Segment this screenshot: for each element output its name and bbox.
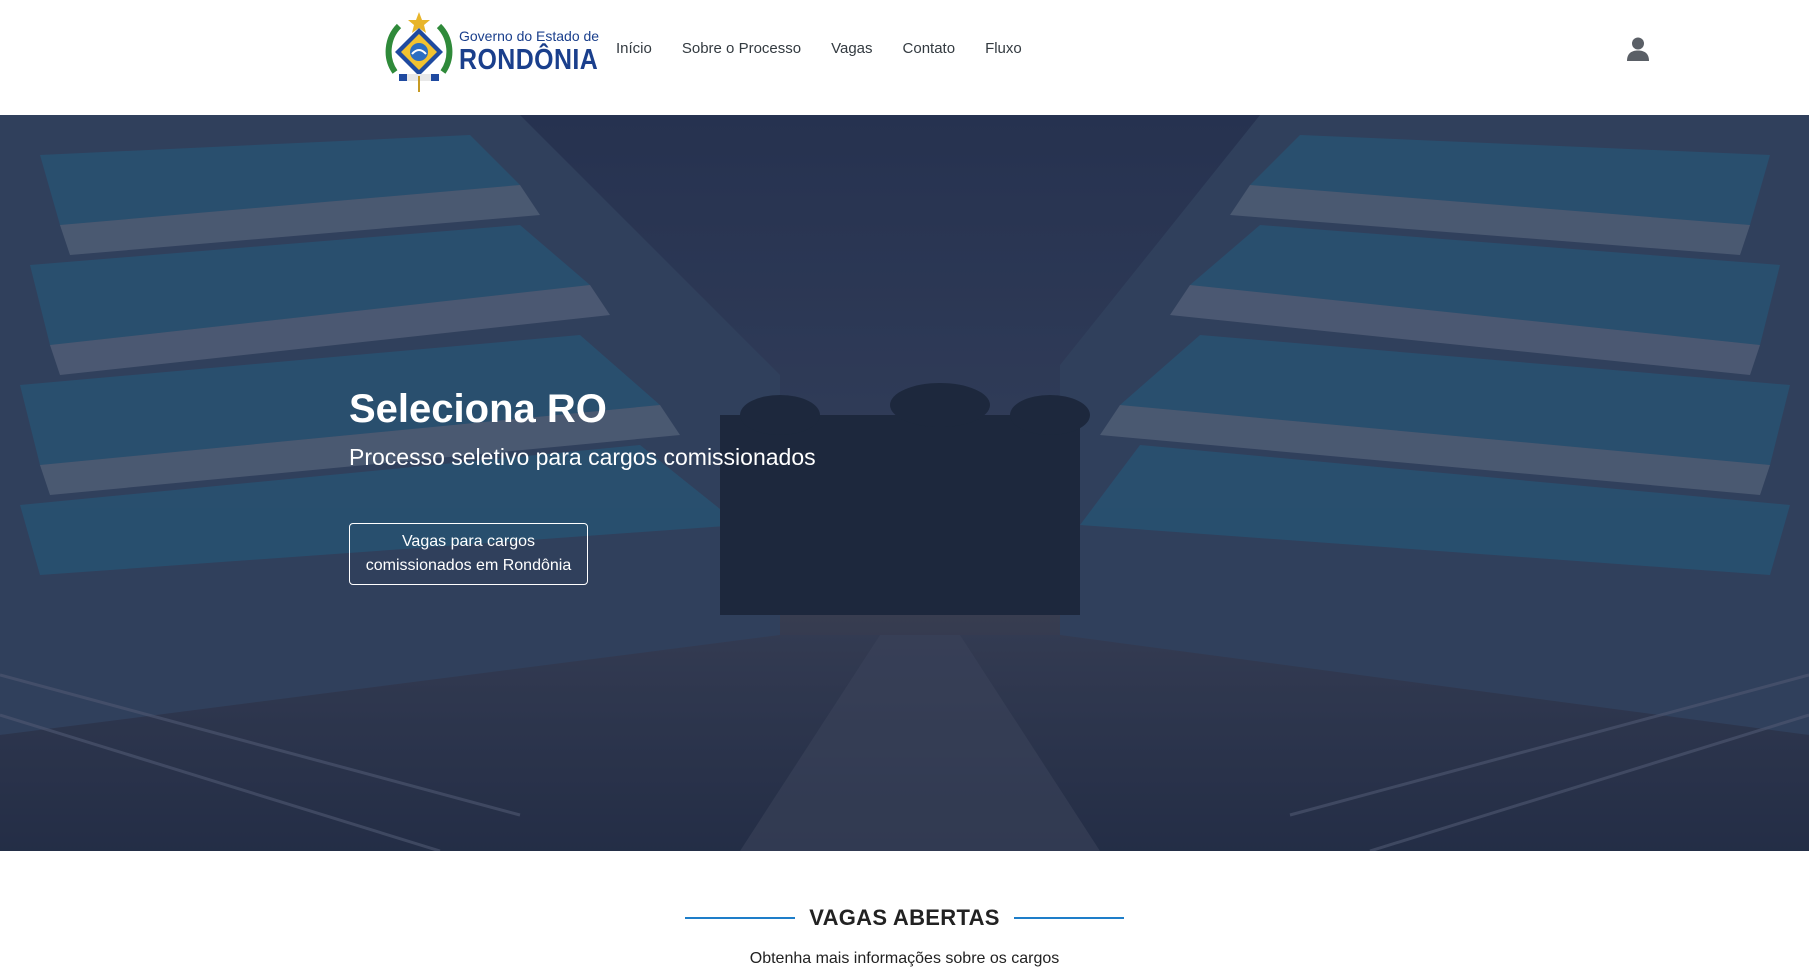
nav-item-fluxo[interactable]: Fluxo (985, 38, 1022, 60)
nav-item-vagas[interactable]: Vagas (831, 38, 872, 60)
logo-big-text: RONDÔNIA (459, 44, 599, 76)
hero-subtitle: Processo seletivo para cargos comissiona… (349, 444, 816, 470)
nav-item-inicio[interactable]: Início (616, 38, 652, 60)
government-logo[interactable]: Governo do Estado de RONDÔNIA (385, 10, 599, 94)
site-header: Governo do Estado de RONDÔNIA Início Sob… (0, 0, 1809, 115)
hero-background-image (0, 115, 1809, 851)
rondonia-coat-of-arms-icon (385, 12, 453, 92)
hero-title: Seleciona RO (349, 387, 607, 431)
main-nav: Início Sobre o Processo Vagas Contato Fl… (616, 38, 1052, 60)
nav-item-sobre-o-processo[interactable]: Sobre o Processo (682, 38, 801, 60)
section-heading: VAGAS ABERTAS (0, 900, 1809, 936)
logo-text: Governo do Estado de RONDÔNIA (459, 28, 621, 76)
section-subtitle: Obtenha mais informações sobre os cargos (749, 950, 1060, 967)
logo-small-text: Governo do Estado de (459, 28, 600, 44)
section-title: VAGAS ABERTAS (809, 905, 1000, 930)
heading-divider-right (1013, 917, 1124, 919)
user-icon[interactable] (1627, 37, 1649, 61)
nav-item-contato[interactable]: Contato (903, 38, 956, 60)
vagas-cargos-button[interactable]: Vagas para cargos comissionados em Rondô… (349, 523, 588, 585)
heading-divider-left (685, 917, 796, 919)
hero-banner: Seleciona RO Processo seletivo para carg… (0, 115, 1809, 851)
